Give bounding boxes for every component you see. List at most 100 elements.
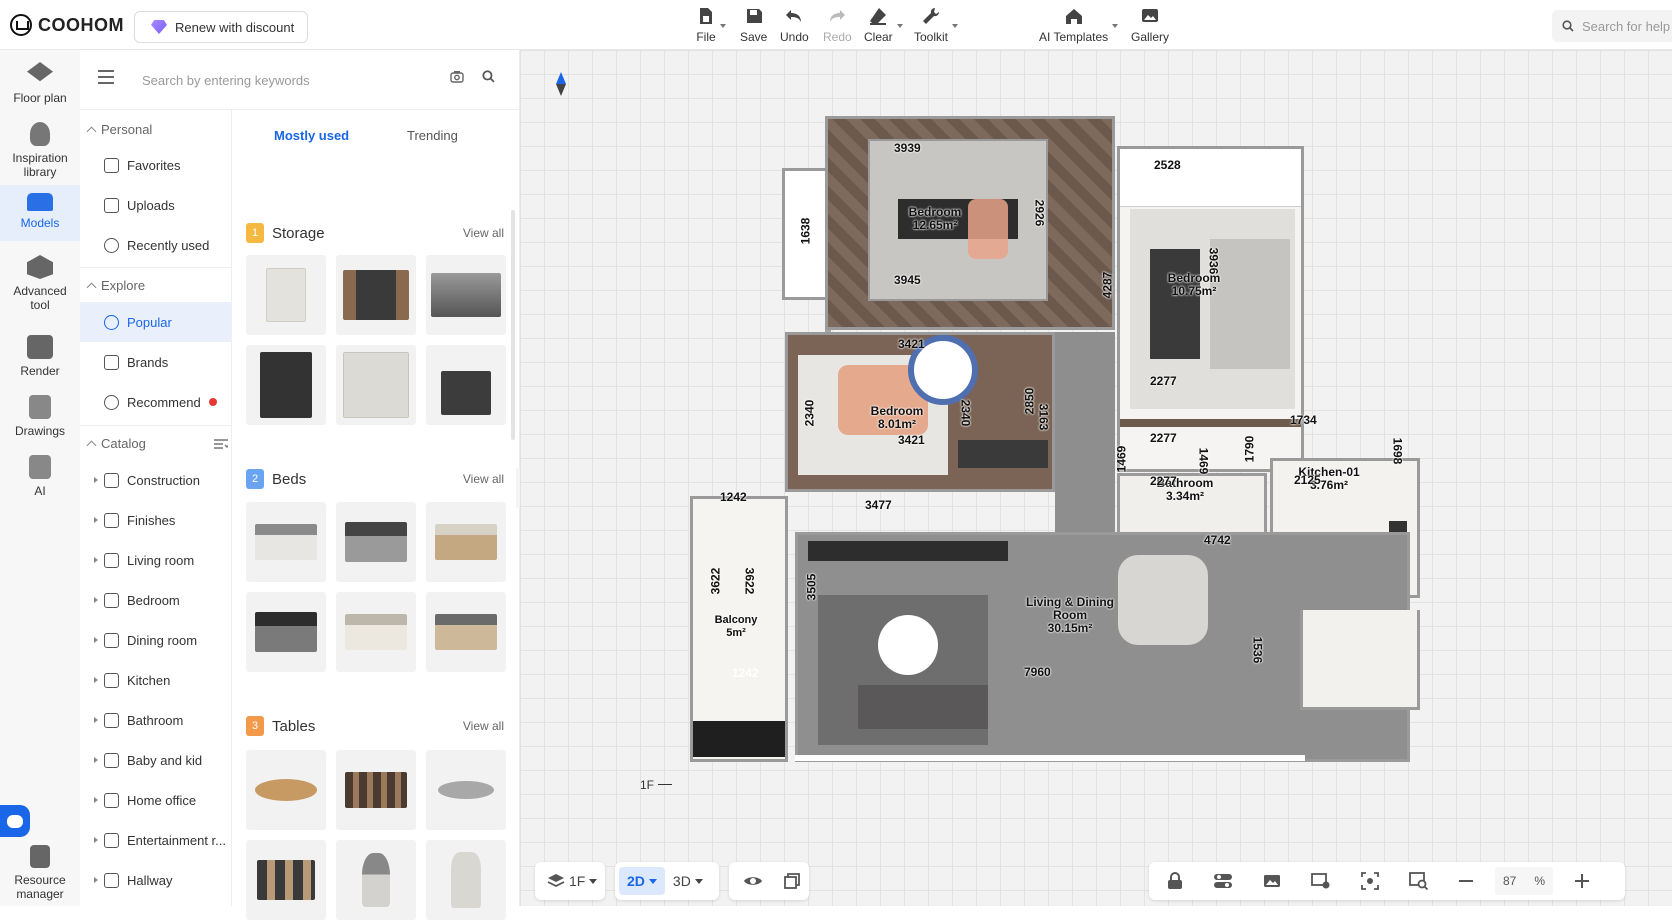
catalog-entertainment-room[interactable]: Entertainment r... [80, 820, 232, 860]
chat-support-button[interactable] [0, 805, 30, 837]
catalog-finishes[interactable]: Finishes [80, 500, 232, 540]
search-icon[interactable] [482, 70, 495, 83]
model-thumbnail[interactable] [336, 592, 416, 672]
view-3d-button[interactable]: 3D [665, 867, 711, 895]
view-settings-button[interactable] [1303, 867, 1339, 895]
category-popular[interactable]: Popular [80, 302, 232, 342]
model-thumbnail[interactable] [246, 592, 326, 672]
design-canvas[interactable]: Bedroom 12.65m² Bedroom 10.75m² Bedroom 8.0… [520, 50, 1672, 906]
room-corridor[interactable] [1055, 332, 1115, 532]
filter-list-icon[interactable] [214, 439, 228, 450]
model-thumbnail[interactable] [336, 750, 416, 830]
compass-icon [556, 72, 566, 96]
view-all-link[interactable]: View all [463, 226, 504, 240]
dimension-label: 3945 [894, 273, 921, 287]
model-thumbnail[interactable] [336, 502, 416, 582]
toolbar-gallery-button[interactable]: Gallery [1131, 6, 1169, 44]
model-thumbnail[interactable] [336, 255, 416, 335]
lock-button[interactable] [1159, 867, 1191, 895]
catalog-section-header[interactable]: Catalog [86, 436, 228, 451]
tab-trending[interactable]: Trending [407, 128, 458, 143]
menu-toggle-icon[interactable] [98, 70, 114, 84]
category-favorites[interactable]: Favorites [80, 145, 232, 185]
toolbar-undo-button[interactable]: Undo [780, 6, 809, 44]
panel-search-input[interactable]: Search by entering keywords [142, 73, 310, 88]
category-label: Recommend [127, 394, 201, 410]
expand-arrow-icon [94, 477, 98, 483]
model-thumbnail[interactable] [246, 840, 326, 920]
view-all-link[interactable]: View all [463, 472, 504, 486]
view-all-link[interactable]: View all [463, 719, 504, 733]
model-thumbnail[interactable] [426, 750, 506, 830]
zoom-input[interactable]: 87 % [1495, 867, 1554, 895]
rail-inspiration-library[interactable]: Inspiration library [0, 122, 80, 184]
catalog-kitchen[interactable]: Kitchen [80, 660, 232, 700]
brand-logo[interactable]: COOHOM [10, 14, 124, 36]
catalog-construction[interactable]: Construction [80, 460, 232, 500]
catalog-baby-and-kid[interactable]: Baby and kid [80, 740, 232, 780]
toolbar-save-button[interactable]: Save [740, 6, 767, 44]
layers-button[interactable]: 1F [539, 867, 605, 895]
zoom-area-button[interactable] [1401, 867, 1437, 895]
model-thumbnail[interactable] [426, 502, 506, 582]
model-thumbnail[interactable] [246, 255, 326, 335]
personal-section-header[interactable]: Personal [86, 122, 152, 137]
settings-toggle-button[interactable] [1205, 867, 1241, 895]
model-thumbnail[interactable] [426, 255, 506, 335]
rail-drawings[interactable]: Drawings [0, 395, 80, 445]
dimension-label: 7960 [1024, 665, 1051, 679]
image-button[interactable] [1255, 867, 1289, 895]
material-button[interactable] [775, 867, 809, 895]
model-thumbnail[interactable] [336, 840, 416, 920]
rail-render[interactable]: Render [0, 335, 80, 385]
rail-advanced-tool[interactable]: Advanced tool [0, 255, 80, 317]
toolbar-toolkit-button[interactable]: Toolkit [914, 6, 959, 44]
explore-section-header[interactable]: Explore [86, 278, 145, 293]
room-bedroom-2[interactable] [1117, 146, 1304, 472]
catalog-bedroom[interactable]: Bedroom [80, 580, 232, 620]
category-recommend[interactable]: Recommend [80, 382, 232, 422]
toolbar-clear-button[interactable]: Clear [864, 6, 903, 44]
category-uploads[interactable]: Uploads [80, 185, 232, 225]
category-brands[interactable]: Brands [80, 342, 232, 382]
catalog-living-room[interactable]: Living room [80, 540, 232, 580]
catalog-home-office[interactable]: Home office [80, 780, 232, 820]
zoom-out-button[interactable] [1451, 867, 1481, 895]
help-search-input[interactable]: Search for help [1552, 10, 1672, 42]
kitchen-icon [104, 672, 119, 688]
catalog-hallway[interactable]: Hallway [80, 860, 232, 900]
view-2d-button[interactable]: 2D [619, 867, 665, 895]
dimension-label: 3936 [1206, 247, 1221, 275]
rail-ai[interactable]: AI [0, 455, 80, 505]
model-thumbnail[interactable] [246, 502, 326, 582]
toolbar-file-button[interactable]: File [696, 6, 726, 44]
toolbar-ai-templates-button[interactable]: AI Templates [1039, 6, 1119, 44]
floor-selector[interactable]: 1F [535, 862, 605, 900]
dimension-label: 1469 [1114, 445, 1129, 473]
category-recently-used[interactable]: Recently used [80, 225, 232, 265]
ai-house-icon [1065, 9, 1082, 24]
toolbar-redo-button[interactable]: Redo [823, 6, 852, 44]
model-thumbnail[interactable] [426, 592, 506, 672]
model-thumbnail[interactable] [426, 840, 506, 920]
dimension-label: 3421 [898, 433, 925, 447]
rail-models[interactable]: Models [0, 185, 80, 241]
catalog-dining-room[interactable]: Dining room [80, 620, 232, 660]
visibility-button[interactable] [735, 867, 771, 895]
rail-floor-plan[interactable]: Floor plan [0, 62, 80, 118]
panel-scrollbar[interactable] [511, 210, 515, 440]
model-thumbnail[interactable] [426, 345, 506, 425]
renew-button[interactable]: Renew with discount [134, 11, 308, 43]
catalog-bathroom[interactable]: Bathroom [80, 700, 232, 740]
model-tabs: Mostly used Trending [232, 110, 520, 155]
fit-screen-button[interactable] [1353, 867, 1387, 895]
eraser-icon [870, 8, 887, 25]
camera-search-icon[interactable] [450, 70, 464, 83]
focus-icon [1361, 872, 1379, 890]
zoom-in-button[interactable] [1567, 867, 1597, 895]
model-thumbnail[interactable] [246, 345, 326, 425]
model-thumbnail[interactable] [246, 750, 326, 830]
model-thumbnail[interactable] [336, 345, 416, 425]
rail-resource-manager[interactable]: Resource manager [0, 845, 80, 901]
tab-mostly-used[interactable]: Mostly used [274, 128, 349, 143]
